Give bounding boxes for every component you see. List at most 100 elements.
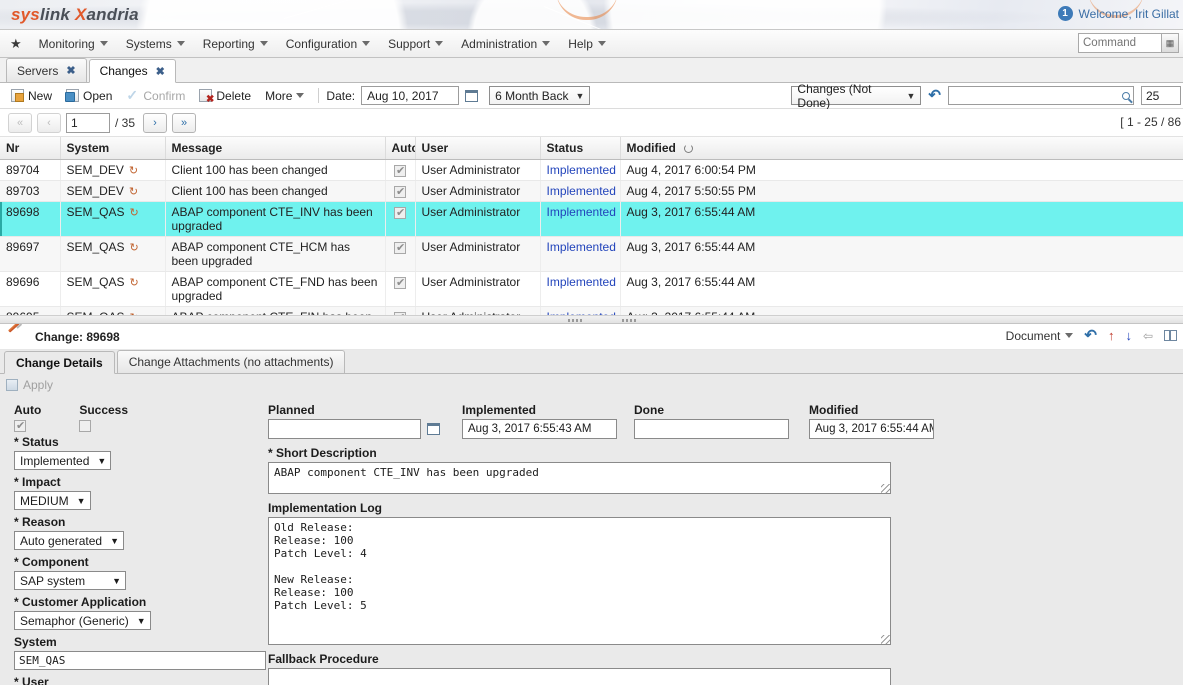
auto-checkbox[interactable] — [14, 420, 26, 432]
close-icon[interactable]: ✖ — [156, 65, 165, 78]
planned-label: Planned — [268, 403, 462, 417]
short-description-field: * Short Description ABAP component CTE_I… — [268, 446, 1183, 494]
resize-handle[interactable] — [881, 484, 890, 493]
cell-status[interactable]: Implemented — [540, 237, 620, 272]
date-range-select[interactable]: 6 Month Back ▼ — [489, 86, 590, 105]
column-header-nr[interactable]: Nr — [0, 137, 60, 160]
tab-change-attachments[interactable]: Change Attachments (no attachments) — [117, 350, 346, 373]
resize-handle[interactable] — [881, 635, 890, 644]
new-button[interactable]: New — [4, 87, 59, 105]
document-menu[interactable]: Document — [1006, 329, 1074, 343]
table-row[interactable]: 89703 SEM_DEV↻ Client 100 has been chang… — [0, 181, 1183, 202]
chevron-down-icon: ▼ — [77, 496, 86, 506]
impact-select[interactable]: MEDIUM ▼ — [14, 491, 91, 510]
cell-auto — [385, 307, 415, 316]
open-button[interactable]: Open — [59, 87, 119, 105]
system-input[interactable] — [14, 651, 266, 670]
total-pages-label: / 35 — [115, 116, 135, 130]
implementation-log-textarea[interactable]: Old Release: Release: 100 Patch Level: 4… — [268, 517, 891, 645]
page-number-input[interactable] — [66, 113, 110, 133]
search-input[interactable] — [948, 86, 1134, 105]
planned-input[interactable] — [268, 419, 421, 439]
confirm-button: ✓ Confirm — [119, 87, 192, 105]
auto-checkbox — [394, 165, 406, 177]
command-dropdown-icon[interactable]: ▦ — [1162, 33, 1179, 53]
menu-item-configuration[interactable]: Configuration — [277, 33, 379, 55]
undo-icon[interactable]: ↶ — [1084, 328, 1097, 343]
success-checkbox[interactable] — [79, 420, 91, 432]
close-icon[interactable]: ✖ — [66, 64, 75, 77]
back-arrow-icon[interactable]: ⇦ — [1143, 329, 1153, 343]
customer-application-select[interactable]: Semaphor (Generic) ▼ — [14, 611, 151, 630]
cell-status[interactable]: Implemented — [540, 181, 620, 202]
component-select[interactable]: SAP system ▼ — [14, 571, 126, 590]
cell-status[interactable]: Implemented — [540, 202, 620, 237]
table-row[interactable]: 89696 SEM_QAS↻ ABAP component CTE_FND ha… — [0, 272, 1183, 307]
notification-badge[interactable]: 1 — [1058, 6, 1073, 21]
chevron-down-icon: ▼ — [112, 576, 121, 586]
table-row[interactable]: 89698 SEM_QAS↻ ABAP component CTE_INV ha… — [0, 202, 1183, 237]
reason-select[interactable]: Auto generated ▼ — [14, 531, 124, 550]
calendar-icon[interactable] — [462, 86, 480, 105]
system-field: System — [14, 635, 252, 670]
chevron-down-icon: ▼ — [97, 456, 106, 466]
next-page-button[interactable]: › — [143, 113, 167, 133]
menu-item-administration[interactable]: Administration — [452, 33, 559, 55]
menu-item-help[interactable]: Help — [559, 33, 615, 55]
cell-status[interactable]: Implemented — [540, 307, 620, 316]
welcome-text[interactable]: Welcome, Irit Gillat — [1079, 7, 1179, 21]
command-input[interactable] — [1078, 33, 1162, 53]
done-field: Done — [634, 403, 809, 439]
implementation-log-label: Implementation Log — [268, 501, 1183, 515]
column-header-status[interactable]: Status — [540, 137, 620, 160]
last-page-button[interactable]: » — [172, 113, 196, 133]
table-row[interactable]: 89695 SEM_QAS↻ ABAP component CTE_FIN ha… — [0, 307, 1183, 316]
status-select[interactable]: Implemented ▼ — [14, 451, 111, 470]
date-filter-input[interactable] — [361, 86, 459, 105]
tab-changes[interactable]: Changes ✖ — [89, 59, 176, 83]
modified-label: Modified — [809, 403, 939, 417]
cell-user: User Administrator — [415, 160, 540, 181]
delete-button[interactable]: Delete — [192, 87, 258, 105]
fallback-procedure-textarea[interactable] — [268, 668, 891, 685]
table-row[interactable]: 89704 SEM_DEV↻ Client 100 has been chang… — [0, 160, 1183, 181]
menu-item-reporting[interactable]: Reporting — [194, 33, 277, 55]
detail-header-actions: Document ↶ ↑ ↓ ⇦ — [1006, 328, 1177, 343]
more-button[interactable]: More — [258, 87, 311, 105]
menu-item-support[interactable]: Support — [379, 33, 452, 55]
app-logo[interactable]: syslink Xandria — [11, 5, 139, 25]
changes-filter-select[interactable]: Changes (Not Done) ▼ — [791, 86, 921, 105]
arrow-down-icon[interactable]: ↓ — [1125, 329, 1132, 342]
tab-servers[interactable]: Servers ✖ — [6, 58, 87, 82]
user-field: * User Administrator, User ▼ — [14, 675, 252, 685]
short-description-textarea[interactable]: ABAP component CTE_INV has been upgraded — [268, 462, 891, 494]
table-row[interactable]: 89697 SEM_QAS↻ ABAP component CTE_HCM ha… — [0, 237, 1183, 272]
implemented-value[interactable]: Aug 3, 2017 6:55:43 AM — [462, 419, 617, 439]
splitter-grip-2[interactable] — [622, 319, 636, 322]
welcome-area: 1 Welcome, Irit Gillat — [1058, 6, 1179, 21]
tab-change-details[interactable]: Change Details — [4, 351, 115, 374]
cell-status[interactable]: Implemented — [540, 272, 620, 307]
horizontal-splitter[interactable] — [0, 315, 1183, 324]
done-value[interactable] — [634, 419, 789, 439]
favorites-star-icon[interactable]: ★ — [10, 37, 22, 50]
column-header-modified[interactable]: Modified — [620, 137, 1183, 160]
modified-field: Modified Aug 3, 2017 6:55:44 AM — [809, 403, 939, 439]
column-header-auto[interactable]: Autc — [385, 137, 415, 160]
splitter-grip[interactable] — [568, 319, 582, 322]
calendar-icon[interactable] — [424, 420, 442, 439]
cell-message: ABAP component CTE_HCM has been upgraded — [165, 237, 385, 272]
reason-label: * Reason — [14, 515, 252, 529]
column-header-system[interactable]: System — [60, 137, 165, 160]
modified-value[interactable]: Aug 3, 2017 6:55:44 AM — [809, 419, 934, 439]
refresh-icon[interactable]: ↶ — [928, 88, 941, 103]
menu-item-systems[interactable]: Systems — [117, 33, 194, 55]
arrow-up-icon[interactable]: ↑ — [1108, 329, 1115, 342]
page-size-input[interactable] — [1141, 86, 1181, 105]
split-layout-icon[interactable] — [1164, 330, 1177, 341]
menu-item-monitoring[interactable]: Monitoring — [30, 33, 117, 55]
toolbar-divider — [318, 88, 319, 103]
column-header-message[interactable]: Message — [165, 137, 385, 160]
column-header-user[interactable]: User — [415, 137, 540, 160]
cell-status[interactable]: Implemented — [540, 160, 620, 181]
